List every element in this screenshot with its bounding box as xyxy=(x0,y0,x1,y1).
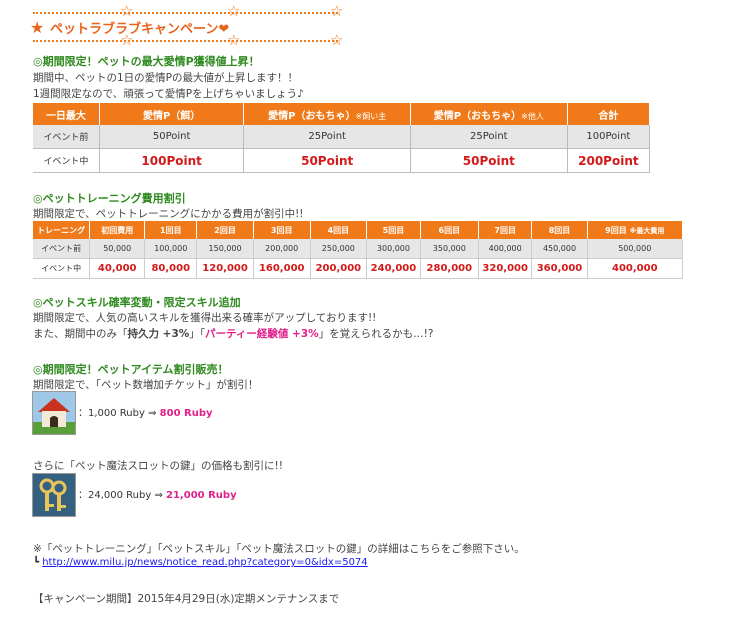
table-header-cell: 2回目 xyxy=(196,221,254,239)
table-cell: イベント前 xyxy=(33,239,91,259)
table-cell: 500,000 xyxy=(587,239,684,259)
item2-price: ：24,000 Ruby ⇒ 21,000 Ruby xyxy=(78,490,237,501)
table-header-cell: 6回目 xyxy=(420,221,479,239)
table-cell: 300,000 xyxy=(366,239,421,259)
table-cell: 25Point xyxy=(243,125,411,149)
table-cell: イベント中 xyxy=(33,258,91,279)
table-row: イベント前 50Point 25Point 25Point 100Point xyxy=(33,125,651,149)
footer-note: ※「ペットトレーニング」「ペットスキル」「ペット魔法スロットの鍵」の詳細はこちら… xyxy=(33,543,525,555)
table-header-cell: 愛情P（おもちゃ）※他人 xyxy=(410,103,568,125)
table-cell: 80,000 xyxy=(144,258,198,279)
doghouse-icon xyxy=(32,391,76,435)
table-cell: 100Point xyxy=(99,148,245,173)
table-cell: 100Point xyxy=(567,125,651,149)
table-cell: 350,000 xyxy=(420,239,479,259)
deco-star-icon: ☆ xyxy=(330,2,344,20)
table-cell: 200,000 xyxy=(253,239,311,259)
table-header-cell: 8回目 xyxy=(531,221,588,239)
table-header-cell: トレーニング xyxy=(33,221,91,239)
table-cell: 40,000 xyxy=(89,258,146,279)
table-header-cell: 3回目 xyxy=(253,221,311,239)
table-cell: 200,000 xyxy=(310,258,368,279)
item1-price: ：1,000 Ruby ⇒ 800 Ruby xyxy=(78,408,213,419)
page-title: ペットラブラブキャンペーン❤ xyxy=(50,18,229,37)
table-header-cell: 9回目 ※最大費用 xyxy=(587,221,684,239)
deco-star-icon: ☆ xyxy=(330,31,344,49)
skill-stamina: 持久力 +3% xyxy=(127,328,190,340)
table-cell: 400,000 xyxy=(587,258,684,279)
table-header-cell: 1回目 xyxy=(144,221,198,239)
table-cell: 100,000 xyxy=(144,239,198,259)
section2-heading: ◎ペットトレーニング費用割引 xyxy=(33,192,186,205)
table-row: イベント中 100Point 50Point 50Point 200Point xyxy=(33,148,651,173)
table-header-cell: 7回目 xyxy=(478,221,533,239)
table-cell: 450,000 xyxy=(531,239,588,259)
table-cell: 280,000 xyxy=(420,258,479,279)
footer-link-row: ┗ http://www.milu.jp/news/notice_read.ph… xyxy=(33,557,368,568)
table-header-cell: 5回目 xyxy=(366,221,421,239)
skill-party-exp: パーティー経験値 +3% xyxy=(205,328,319,340)
heart-icon: ❤ xyxy=(218,22,230,37)
deco-star-icon: ☆ xyxy=(120,2,134,20)
section3-line2: また、期間中のみ「持久力 +3%」「パーティー経験値 +3%」を覚えられるかも…… xyxy=(33,328,434,340)
table-cell: イベント前 xyxy=(33,125,100,149)
table-cell: 50Point xyxy=(243,148,411,173)
table-header-cell: 合計 xyxy=(567,103,651,125)
section1-line1: 期間中、ペットの1日の愛情Pの最大値が上昇します！！ xyxy=(33,72,299,84)
keys-icon xyxy=(32,473,76,517)
details-link[interactable]: http://www.milu.jp/news/notice_read.php?… xyxy=(42,557,367,568)
link-prefix-icon: ┗ xyxy=(33,557,40,568)
table-cell: 250,000 xyxy=(310,239,368,259)
lead-star-icon: ★ xyxy=(30,18,45,37)
table-cell: 150,000 xyxy=(196,239,254,259)
section3-heading: ◎ペットスキル確率変動・限定スキル追加 xyxy=(33,296,241,309)
table-row: イベント中 40,000 80,000 120,000 160,000 200,… xyxy=(33,258,684,279)
table-cell: 360,000 xyxy=(531,258,588,279)
table-cell: 50Point xyxy=(410,148,568,173)
table-header-cell: 4回目 xyxy=(310,221,368,239)
table-header-cell: 一日最大 xyxy=(33,103,100,125)
campaign-period: 【キャンペーン期間】2015年4月29日(水)定期メンテナンスまで xyxy=(33,593,340,605)
table-row: イベント前 50,000 100,000 150,000 200,000 250… xyxy=(33,239,684,259)
table-header-row: 一日最大 愛情P（餌） 愛情P（おもちゃ）※飼い主 愛情P（おもちゃ）※他人 合… xyxy=(33,103,651,125)
section4-line1: 期間限定で、「ペット数増加チケット」が割引！ xyxy=(33,379,259,391)
section2-line1: 期間限定で、ペットトレーニングにかかる費用が割引中!! xyxy=(33,208,304,220)
header-top-line xyxy=(33,12,338,14)
table-cell: 400,000 xyxy=(478,239,533,259)
table-cell: イベント中 xyxy=(33,148,100,173)
table-header-cell: 愛情P（おもちゃ）※飼い主 xyxy=(243,103,411,125)
section3-line1: 期間限定で、人気の高いスキルを獲得出来る確率がアップしております!! xyxy=(33,312,377,324)
table-cell: 50Point xyxy=(99,125,245,149)
table-cell: 160,000 xyxy=(253,258,311,279)
table-cell: 320,000 xyxy=(478,258,533,279)
section4-line2: さらに「ペット魔法スロットの鍵」の価格も割引に!! xyxy=(33,460,283,472)
section4-heading: ◎期間限定！ペットアイテム割引販売！ xyxy=(33,363,229,376)
training-cost-table: トレーニング 初回費用 1回目 2回目 3回目 4回目 5回目 6回目 7回目 … xyxy=(33,221,684,279)
page-title-text: ペットラブラブキャンペーン xyxy=(50,22,219,37)
table-header-row: トレーニング 初回費用 1回目 2回目 3回目 4回目 5回目 6回目 7回目 … xyxy=(33,221,684,239)
table-cell: 25Point xyxy=(410,125,568,149)
deco-star-icon: ☆ xyxy=(227,2,241,20)
table-cell: 50,000 xyxy=(89,239,146,259)
table-cell: 200Point xyxy=(567,148,651,173)
table-cell: 240,000 xyxy=(366,258,421,279)
affection-table: 一日最大 愛情P（餌） 愛情P（おもちゃ）※飼い主 愛情P（おもちゃ）※他人 合… xyxy=(33,103,651,173)
table-cell: 120,000 xyxy=(196,258,254,279)
table-header-cell: 初回費用 xyxy=(89,221,146,239)
section1-line2: 1週間限定なので、頑張って愛情Pを上げちゃいましょう♪ xyxy=(33,88,304,100)
section1-heading: ◎期間限定！ペットの最大愛情P獲得値上昇！ xyxy=(33,55,260,68)
header-bottom-line xyxy=(33,40,338,42)
table-header-cell: 愛情P（餌） xyxy=(99,103,245,125)
